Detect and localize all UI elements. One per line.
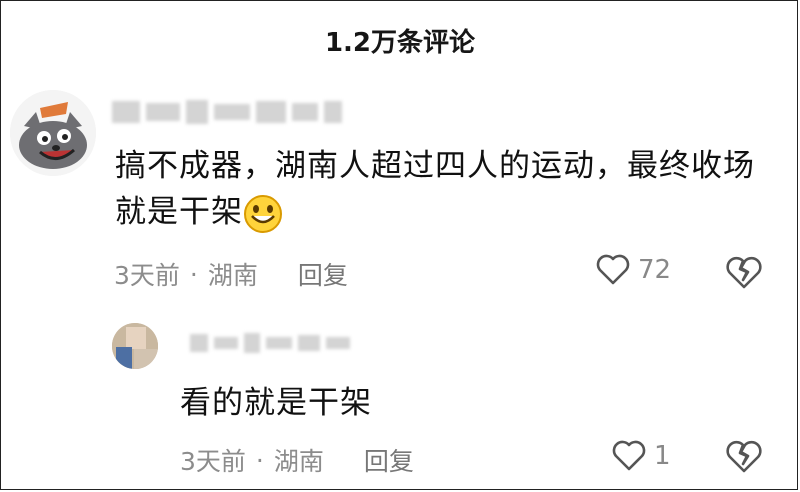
reply-dislike-button[interactable] [726,440,762,478]
reply-avatar[interactable] [112,323,158,369]
dislike-button[interactable] [726,256,762,294]
comment-text: 搞不成器，湖南人超过四人的运动，最终收场就是干架 [115,143,765,235]
username-blurred[interactable] [112,100,342,124]
reply-button[interactable]: 回复 [364,442,414,478]
separator-dot: · [189,259,198,289]
reply-text: 看的就是干架 [180,385,372,421]
heart-outline-icon [612,440,646,472]
comment-time: 3天前 [114,261,180,290]
wolf-avatar-icon [10,90,96,176]
broken-heart-icon [726,440,762,478]
reply-like-button[interactable]: 1 [612,440,671,472]
like-count: 72 [638,255,672,285]
person-avatar-icon [112,323,158,369]
reply-like-count: 1 [654,441,671,471]
reply-button[interactable]: 回复 [298,256,348,292]
broken-heart-icon [726,256,762,294]
comment-meta: 3天前 · 湖南 回复 [114,256,348,292]
comment-body: 搞不成器，湖南人超过四人的运动，最终收场就是干架 [115,148,755,230]
reply-location: 湖南 [273,447,324,476]
like-button[interactable]: 72 [596,254,671,286]
avatar[interactable] [10,90,96,176]
comment-location: 湖南 [207,261,258,290]
reply-username-blurred[interactable] [190,333,350,353]
reply-time: 3天前 [180,447,246,476]
separator-dot: · [255,445,264,475]
grinning-face-emoji-icon [243,194,283,234]
comments-count-title: 1.2万条评论 [324,28,476,58]
heart-outline-icon [596,254,630,286]
reply-meta: 3天前 · 湖南 回复 [180,442,414,478]
